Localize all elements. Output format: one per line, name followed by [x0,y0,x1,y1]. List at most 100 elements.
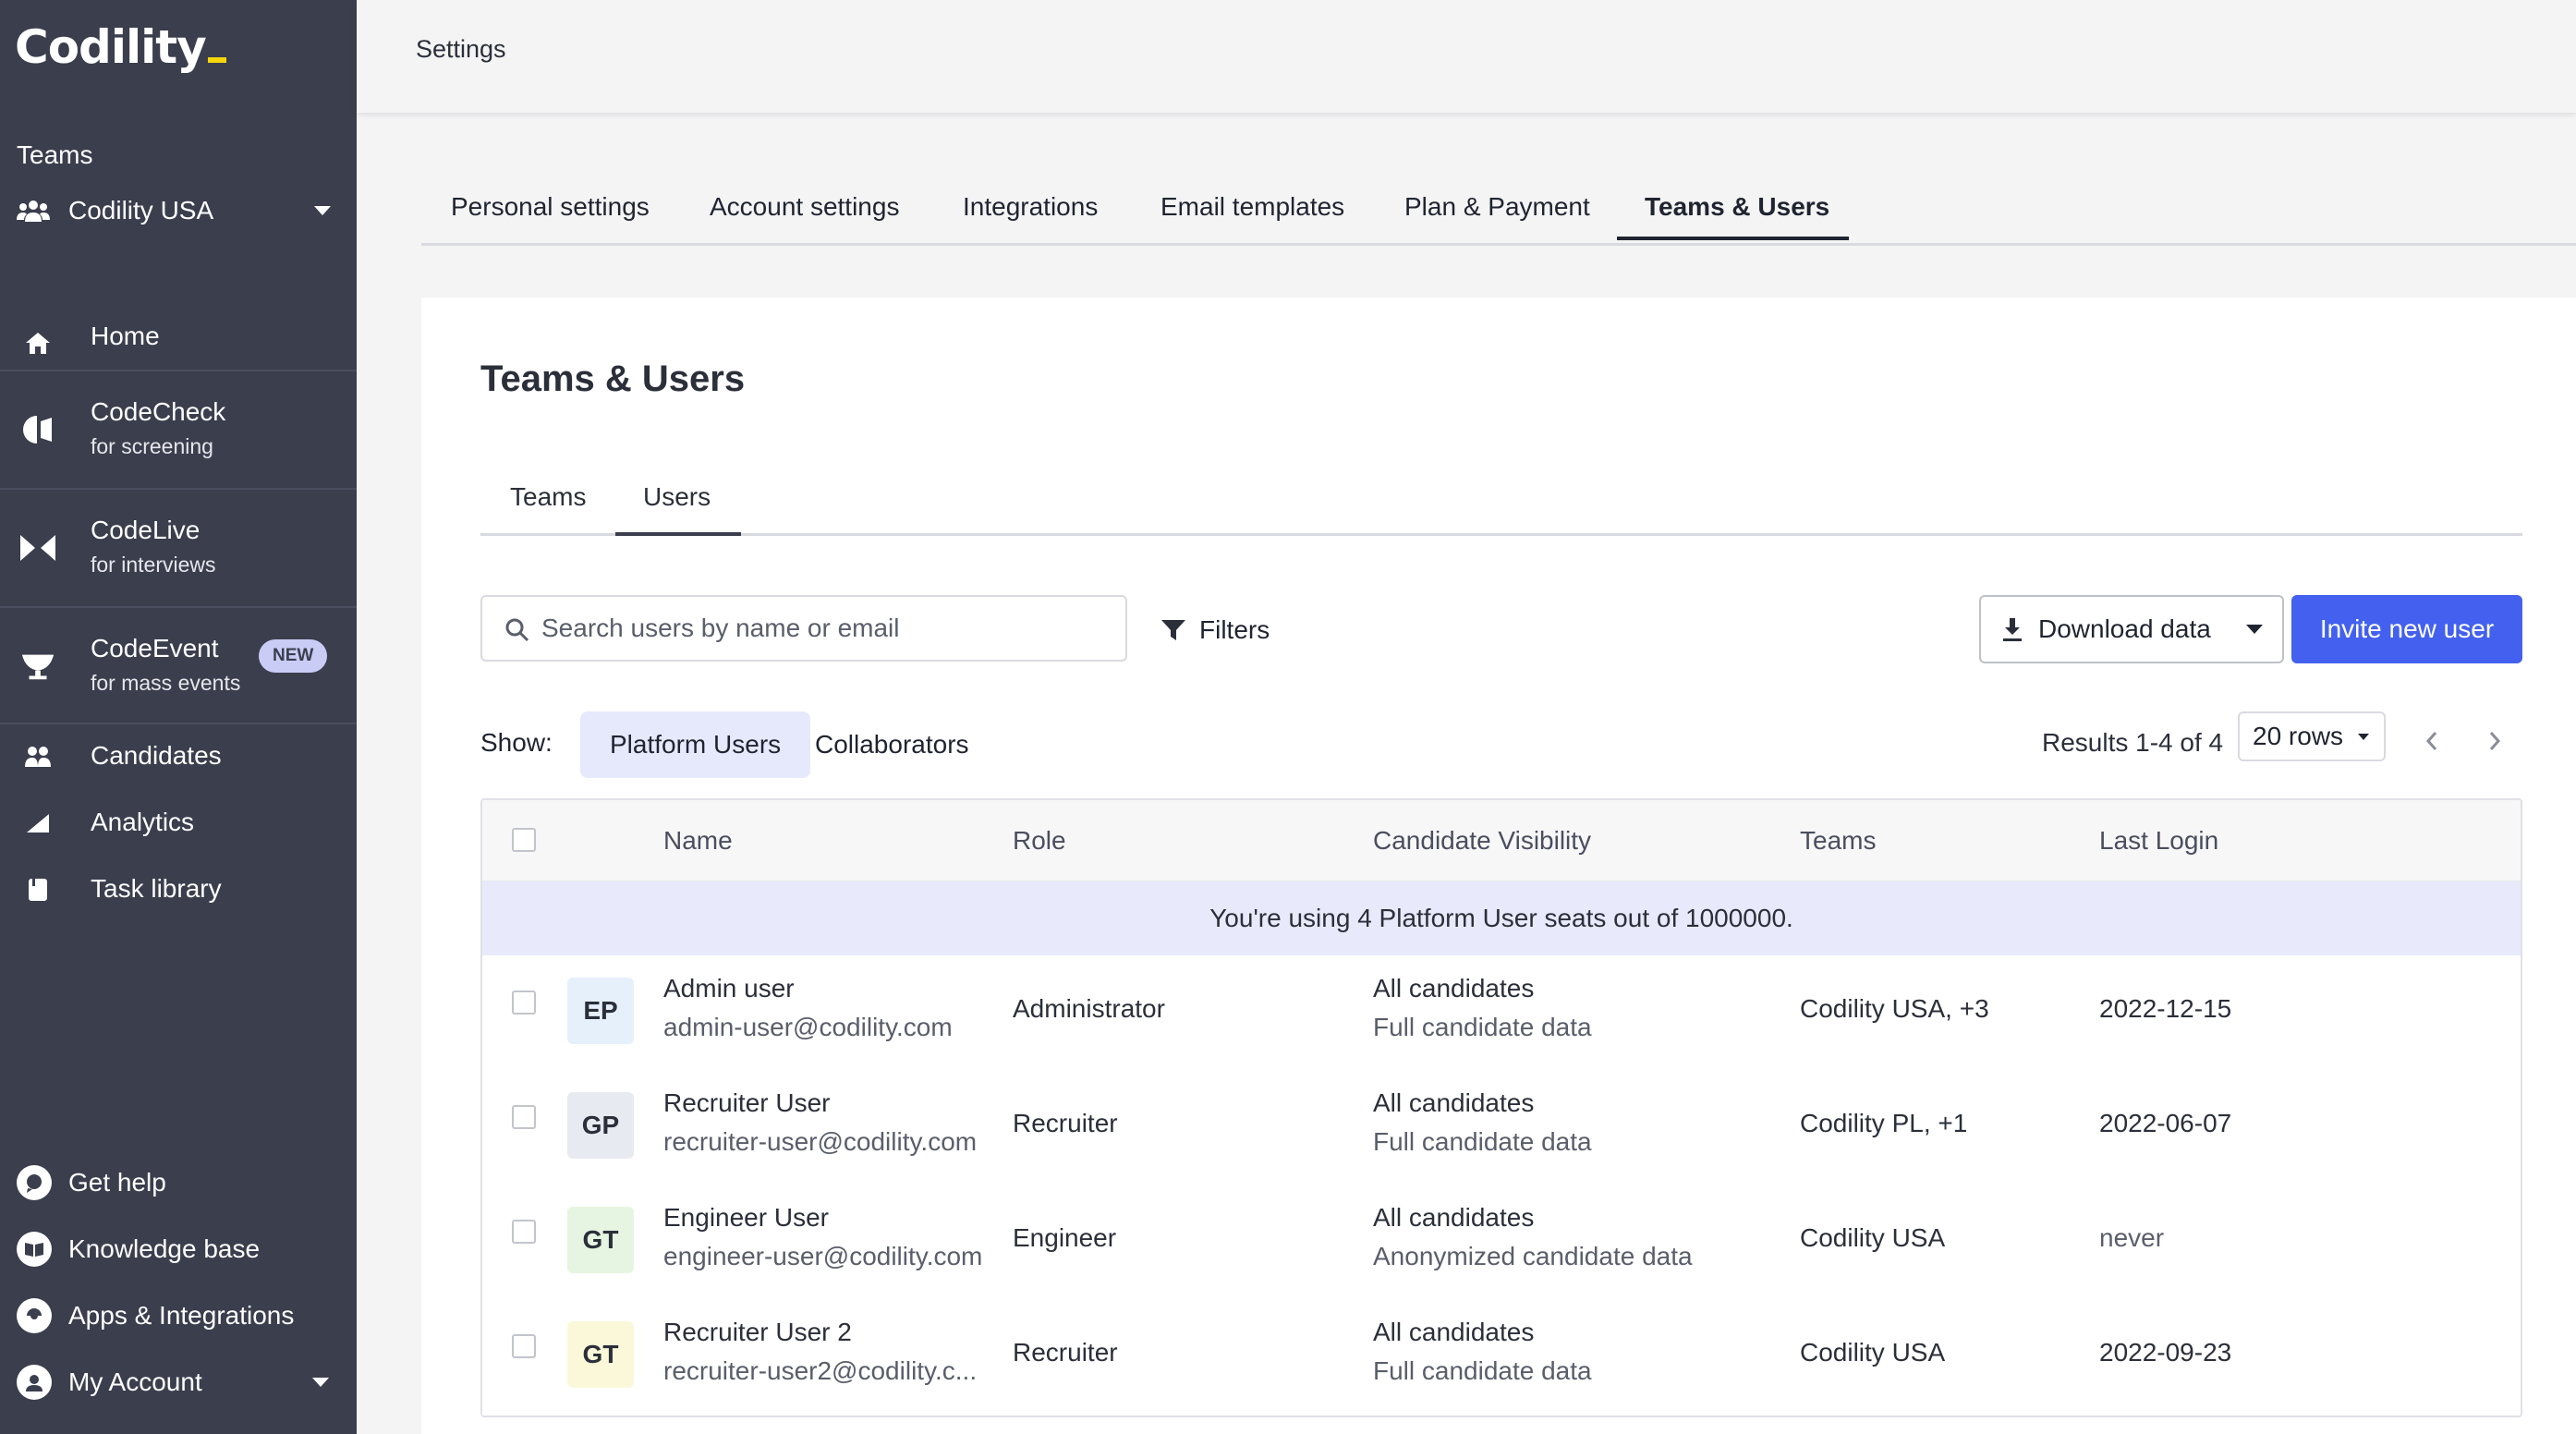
nav-label-codecheck: CodeCheck [91,397,226,426]
my-account-label: My Account [68,1367,202,1396]
apps-integrations-label: Apps & Integrations [68,1301,295,1330]
tab-personal-settings[interactable]: Personal settings [451,192,650,222]
get-help-link[interactable]: Get help [17,1162,340,1203]
tab-account-settings[interactable]: Account settings [710,192,899,222]
download-data-label: Download data [2038,614,2211,643]
user-role: Administrator [1013,994,1165,1023]
nav-item-candidates[interactable]: Candidates [0,732,357,784]
filters-label: Filters [1199,615,1270,644]
candidate-visibility-detail: Full candidate data [1373,1127,1592,1156]
teams-label: Teams [17,140,93,169]
my-account-menu[interactable]: My Account [17,1362,340,1403]
nav-label-codeevent: CodeEvent [91,634,219,662]
download-data-button[interactable]: Download data [1979,595,2284,663]
candidate-visibility: All candidates [1373,1088,1535,1117]
subtab-users[interactable]: Users [643,482,711,512]
column-header-last-login[interactable]: Last Login [2099,826,2218,856]
column-header-candidate-visibility[interactable]: Candidate Visibility [1373,826,1591,856]
results-count: Results 1-4 of 4 [2042,728,2224,757]
row-checkbox[interactable] [512,1105,536,1129]
platform-users-toggle[interactable]: Platform Users [580,711,811,778]
candidates-icon [20,739,55,774]
row-checkbox[interactable] [512,990,536,1015]
table-header: Name Role Candidate Visibility Teams Las… [482,800,2521,881]
table-row[interactable]: GT Recruiter User 2 recruiter-user2@codi… [482,1303,2521,1416]
team-selected-label: Codility USA [68,196,214,225]
plug-icon [17,1298,52,1333]
chevron-left-icon [2425,732,2437,750]
tab-email-templates[interactable]: Email templates [1160,192,1344,222]
nav-item-home[interactable]: Home [0,318,357,370]
nav-item-task-library[interactable]: Task library [0,865,357,917]
logo-cursor [207,57,226,63]
nav-label-analytics: Analytics [91,808,195,836]
avatar: GP [567,1092,634,1159]
candidate-visibility-detail: Anonymized candidate data [1373,1242,1693,1270]
user-email: engineer-user@codility.com [663,1242,983,1270]
row-checkbox[interactable] [512,1334,536,1358]
rows-per-page-select[interactable]: 20 rows [2238,711,2386,761]
knowledge-base-link[interactable]: Knowledge base [17,1229,340,1270]
nav-label-codelive: CodeLive [91,516,200,544]
nav-sub-codecheck: for screening [91,434,213,458]
top-bar: Settings [357,0,2576,113]
team-selector[interactable]: Codility USA [17,192,331,229]
candidate-visibility-detail: Full candidate data [1373,1356,1592,1385]
nav-item-analytics[interactable]: Analytics [0,798,357,850]
breadcrumb: Settings [416,35,506,63]
table-row[interactable]: EP Admin user admin-user@codility.com Ad… [482,959,2521,1074]
user-role: Engineer [1013,1223,1117,1252]
filter-icon [1161,620,1185,640]
user-teams: Codility USA [1800,1338,1946,1367]
filters-button[interactable]: Filters [1160,612,1270,649]
column-header-name[interactable]: Name [663,826,733,856]
tab-plan-payment[interactable]: Plan & Payment [1404,192,1590,222]
column-header-role[interactable]: Role [1013,826,1066,856]
user-name[interactable]: Admin user [663,974,795,1003]
user-teams: Codility USA, +3 [1800,994,1989,1023]
user-name[interactable]: Recruiter User [663,1088,830,1118]
search-input[interactable] [541,610,1105,647]
rows-per-page-value: 20 rows [2253,722,2344,750]
nav-item-codecheck[interactable]: CodeCheck for screening [0,371,357,488]
settings-tabs: Personal settings Account settings Integ… [421,166,2576,246]
home-icon [20,325,55,360]
book-open-icon [17,1232,52,1267]
tab-teams-users[interactable]: Teams & Users [1645,192,1829,222]
tab-integrations[interactable]: Integrations [963,192,1098,222]
sidebar: Codility Teams Codility USA Home CodeChe… [0,0,357,1434]
candidate-visibility: All candidates [1373,1318,1535,1346]
subtab-teams[interactable]: Teams [510,482,586,512]
avatar: GT [567,1207,634,1273]
apps-integrations-link[interactable]: Apps & Integrations [17,1295,340,1336]
next-page-button[interactable] [2478,724,2511,758]
row-checkbox[interactable] [512,1220,536,1244]
analytics-icon [20,806,55,841]
table-row[interactable]: GT Engineer User engineer-user@codility.… [482,1188,2521,1303]
user-icon [17,1365,52,1400]
nav-label-candidates: Candidates [91,741,222,770]
last-login: never [2099,1223,2165,1252]
book-icon [20,872,55,907]
collaborators-toggle[interactable]: Collaborators [785,711,999,778]
user-name[interactable]: Recruiter User 2 [663,1318,852,1347]
chevron-down-icon [2358,733,2369,740]
nav-item-codeevent[interactable]: CodeEvent for mass events NEW [0,608,357,723]
nav-divider [0,723,357,724]
user-teams: Codility USA [1800,1223,1946,1252]
column-header-teams[interactable]: Teams [1800,826,1876,856]
page-title: Teams & Users [480,358,746,399]
invite-new-user-button[interactable]: Invite new user [2291,595,2522,663]
select-all-checkbox[interactable] [512,828,536,852]
chevron-down-icon [2245,625,2263,634]
active-subtab-indicator [615,532,741,536]
new-badge: NEW [259,639,328,673]
user-name[interactable]: Engineer User [663,1203,829,1233]
table-row[interactable]: GP Recruiter User recruiter-user@codilit… [482,1074,2521,1188]
nav-item-codelive[interactable]: CodeLive for interviews [0,490,357,606]
search-icon [505,618,529,642]
avatar: GT [567,1321,634,1388]
codility-logo[interactable]: Codility [15,20,226,74]
candidate-visibility: All candidates [1373,1203,1535,1232]
previous-page-button[interactable] [2415,724,2448,758]
